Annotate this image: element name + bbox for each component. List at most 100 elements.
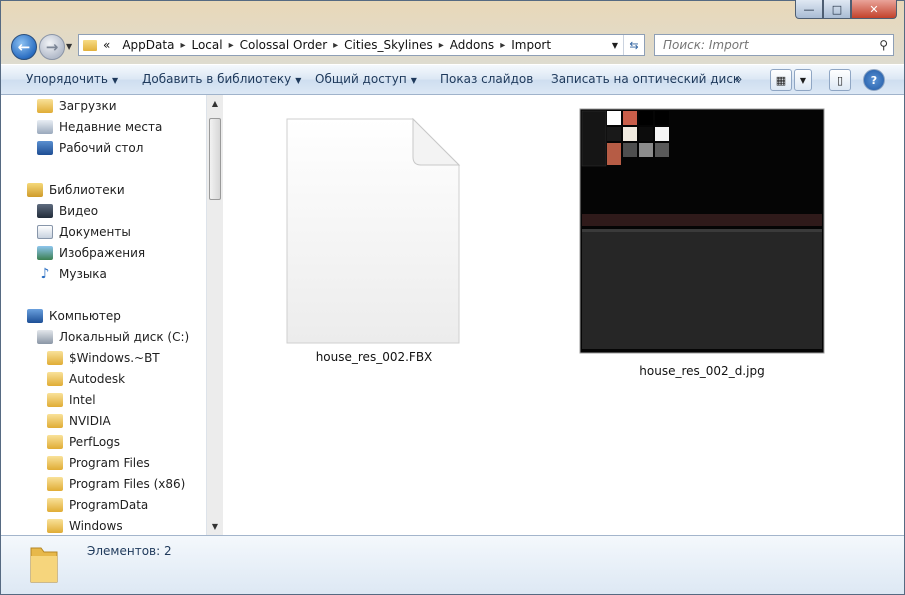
folder-icon bbox=[47, 498, 63, 512]
nav-item-folder[interactable]: $Windows.~BT bbox=[47, 348, 160, 368]
nav-item-downloads[interactable]: Загрузки bbox=[37, 96, 117, 116]
folder-icon bbox=[47, 351, 63, 365]
folder-icon bbox=[47, 477, 63, 491]
nav-item-computer[interactable]: Компьютер bbox=[27, 306, 121, 326]
nav-item-folder[interactable]: Autodesk bbox=[47, 369, 125, 389]
nav-item-label: Program Files bbox=[69, 456, 150, 470]
file-item[interactable]: house_res_002.FBX bbox=[285, 117, 463, 364]
forward-button[interactable]: → bbox=[39, 34, 65, 60]
chevron-down-icon: ▼ bbox=[799, 75, 807, 85]
nav-item-folder[interactable]: Program Files bbox=[47, 453, 150, 473]
nav-item-folder[interactable]: ProgramData bbox=[47, 495, 148, 515]
folder-icon bbox=[47, 519, 63, 533]
nav-item-desktop[interactable]: Рабочий стол bbox=[37, 138, 143, 158]
chevron-down-icon: ▼ bbox=[295, 76, 302, 85]
change-view-button[interactable]: ▦ bbox=[770, 69, 792, 91]
nav-item-recent-places[interactable]: Недавние места bbox=[37, 117, 162, 137]
refresh-icon: ⇆ bbox=[629, 38, 639, 52]
breadcrumb-import[interactable]: Import bbox=[505, 38, 557, 52]
chevron-down-icon: ▼ bbox=[111, 76, 119, 85]
command-bar: Упорядочить ▼ Добавить в библиотеку ▼ Общи… bbox=[1, 64, 904, 95]
image-thumbnail bbox=[579, 108, 825, 354]
nav-scrollbar[interactable]: ▲ ▼ bbox=[206, 95, 223, 535]
address-bar[interactable]: « AppData ▸ Local ▸ Colossal Order ▸ Cit… bbox=[78, 34, 645, 56]
nav-item-folder[interactable]: PerfLogs bbox=[47, 432, 120, 452]
nav-item-folder[interactable]: Intel bbox=[47, 390, 96, 410]
folder-icon bbox=[47, 414, 63, 428]
preview-pane-button[interactable]: ▯ bbox=[829, 69, 851, 91]
desktop-icon bbox=[37, 141, 53, 155]
nav-item-folder[interactable]: Windows bbox=[47, 516, 123, 535]
recent-pages-dropdown[interactable]: ▼ bbox=[66, 42, 72, 51]
nav-item-label: Intel bbox=[69, 393, 96, 407]
folder-icon bbox=[30, 547, 58, 583]
slideshow-button[interactable]: Показ слайдов bbox=[440, 72, 533, 86]
pictures-icon bbox=[37, 246, 53, 260]
breadcrumb-overflow[interactable]: « bbox=[97, 38, 116, 52]
nav-item-label: Документы bbox=[59, 225, 131, 239]
nav-item-pictures[interactable]: Изображения bbox=[37, 243, 145, 263]
help-button[interactable]: ? bbox=[863, 69, 885, 91]
file-name: house_res_002_d.jpg bbox=[639, 364, 765, 378]
nav-item-libraries[interactable]: Библиотеки bbox=[27, 180, 125, 200]
minimize-button[interactable]: — bbox=[795, 0, 823, 19]
breadcrumb-colossal-order[interactable]: Colossal Order bbox=[234, 38, 334, 52]
folder-icon bbox=[37, 99, 53, 113]
share-button[interactable]: Общий доступ ▼ bbox=[315, 72, 417, 86]
scrollbar-thumb[interactable] bbox=[209, 118, 221, 200]
nav-item-local-disk[interactable]: Локальный диск (C:) bbox=[37, 327, 189, 347]
share-label: Общий доступ bbox=[315, 72, 407, 86]
explorer-body: Загрузки Недавние места Рабочий стол Биб… bbox=[1, 95, 904, 535]
nav-item-videos[interactable]: Видео bbox=[37, 201, 98, 221]
breadcrumb-addons[interactable]: Addons bbox=[444, 38, 500, 52]
back-button[interactable]: ← bbox=[11, 34, 37, 60]
folder-icon bbox=[47, 456, 63, 470]
search-icon[interactable]: ⚲ bbox=[879, 38, 888, 52]
breadcrumb-cities-skylines[interactable]: Cities_Skylines bbox=[338, 38, 439, 52]
navigation-row: ← → ▼ « AppData ▸ Local ▸ Colossal Order… bbox=[0, 30, 905, 62]
nav-item-label: Музыка bbox=[59, 267, 107, 281]
maximize-button[interactable]: □ bbox=[823, 0, 851, 19]
explorer-window: — □ ✕ ← → ▼ « AppData ▸ Local ▸ Colossal… bbox=[0, 0, 905, 595]
disk-drive-icon bbox=[37, 330, 53, 344]
navigation-pane: Загрузки Недавние места Рабочий стол Биб… bbox=[1, 95, 206, 535]
breadcrumb-local[interactable]: Local bbox=[185, 38, 228, 52]
folder-icon bbox=[83, 39, 97, 51]
burn-disc-button[interactable]: Записать на оптический диск bbox=[551, 72, 740, 86]
nav-item-folder[interactable]: NVIDIA bbox=[47, 411, 111, 431]
nav-item-label: PerfLogs bbox=[69, 435, 121, 449]
add-to-library-button[interactable]: Добавить в библиотеку ▼ bbox=[142, 72, 301, 86]
scroll-down-icon[interactable]: ▼ bbox=[207, 518, 223, 535]
libraries-icon bbox=[27, 183, 43, 197]
add-to-library-label: Добавить в библиотеку bbox=[142, 72, 292, 86]
address-history-dropdown[interactable]: ▼ bbox=[607, 41, 623, 50]
nav-item-folder[interactable]: Program Files (x86) bbox=[47, 474, 185, 494]
nav-item-label: Изображения bbox=[59, 246, 146, 260]
folder-icon bbox=[47, 372, 63, 386]
organize-button[interactable]: Упорядочить ▼ bbox=[26, 72, 118, 86]
nav-item-documents[interactable]: Документы bbox=[37, 222, 131, 242]
organize-label: Упорядочить bbox=[26, 72, 108, 86]
nav-item-label: ProgramData bbox=[69, 498, 149, 512]
more-commands-button[interactable]: » bbox=[735, 72, 742, 86]
music-note-icon: ♪ bbox=[40, 266, 50, 282]
refresh-button[interactable]: ⇆ bbox=[623, 35, 644, 55]
scroll-up-icon[interactable]: ▲ bbox=[207, 95, 223, 112]
search-box[interactable]: ⚲ bbox=[654, 34, 894, 56]
close-button[interactable]: ✕ bbox=[851, 0, 897, 19]
view-options-dropdown[interactable]: ▼ bbox=[794, 69, 812, 91]
file-item[interactable]: house_res_002_d.jpg bbox=[578, 107, 826, 378]
window-controls: — □ ✕ bbox=[795, 0, 897, 19]
nav-item-label: Рабочий стол bbox=[59, 141, 144, 155]
breadcrumb-appdata[interactable]: AppData bbox=[116, 38, 180, 52]
nav-item-label: Локальный диск (C:) bbox=[59, 330, 190, 344]
title-bar[interactable]: — □ ✕ bbox=[0, 0, 905, 26]
file-list: house_res_002.FBX house_res_002_d.jpg bbox=[223, 95, 904, 535]
nav-item-label: Autodesk bbox=[69, 372, 126, 386]
nav-item-music[interactable]: ♪ Музыка bbox=[37, 264, 107, 284]
search-input[interactable] bbox=[661, 37, 875, 53]
recent-places-icon bbox=[37, 120, 53, 134]
folder-icon bbox=[47, 435, 63, 449]
nav-item-label: NVIDIA bbox=[69, 414, 111, 428]
file-name: house_res_002.FBX bbox=[315, 350, 433, 364]
